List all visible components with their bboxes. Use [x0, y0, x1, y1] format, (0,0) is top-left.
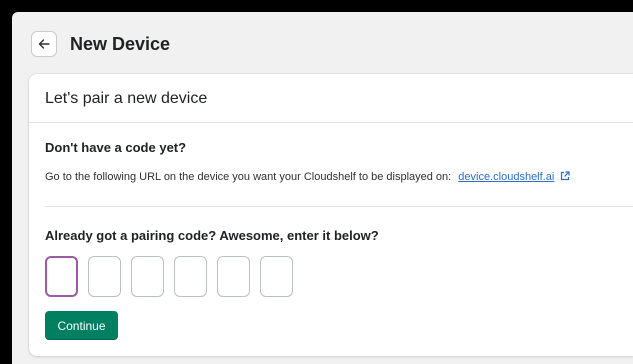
pairing-card: Let's pair a new device Don't have a cod…: [29, 74, 633, 356]
pairing-code-heading: Already got a pairing code? Awesome, ent…: [45, 228, 379, 243]
card-title: Let's pair a new device: [45, 90, 208, 107]
no-code-instruction: Go to the following URL on the device yo…: [45, 171, 452, 183]
app-frame: New Device Let's pair a new device Don't…: [12, 12, 633, 364]
code-digit-6[interactable]: [260, 256, 293, 297]
page-title: New Device: [70, 34, 171, 54]
no-code-heading: Don't have a code yet?: [45, 140, 187, 155]
code-digit-5[interactable]: [217, 256, 250, 297]
code-digit-4[interactable]: [174, 256, 207, 297]
external-link-icon[interactable]: [560, 171, 570, 184]
code-digit-1[interactable]: [45, 256, 78, 297]
card-header: Let's pair a new device: [29, 74, 633, 123]
no-code-section: Don't have a code yet? Go to the followi…: [45, 122, 633, 207]
back-button[interactable]: [31, 31, 57, 57]
code-digit-3[interactable]: [131, 256, 164, 297]
code-digit-2[interactable]: [88, 256, 121, 297]
device-url-link[interactable]: device.cloudshelf.ai: [458, 171, 554, 183]
no-code-instruction-line: Go to the following URL on the device yo…: [45, 171, 570, 184]
page-header: New Device: [12, 12, 633, 72]
pairing-code-inputs: [45, 256, 293, 297]
continue-button[interactable]: Continue: [45, 311, 118, 340]
arrow-left-icon: [37, 37, 51, 51]
